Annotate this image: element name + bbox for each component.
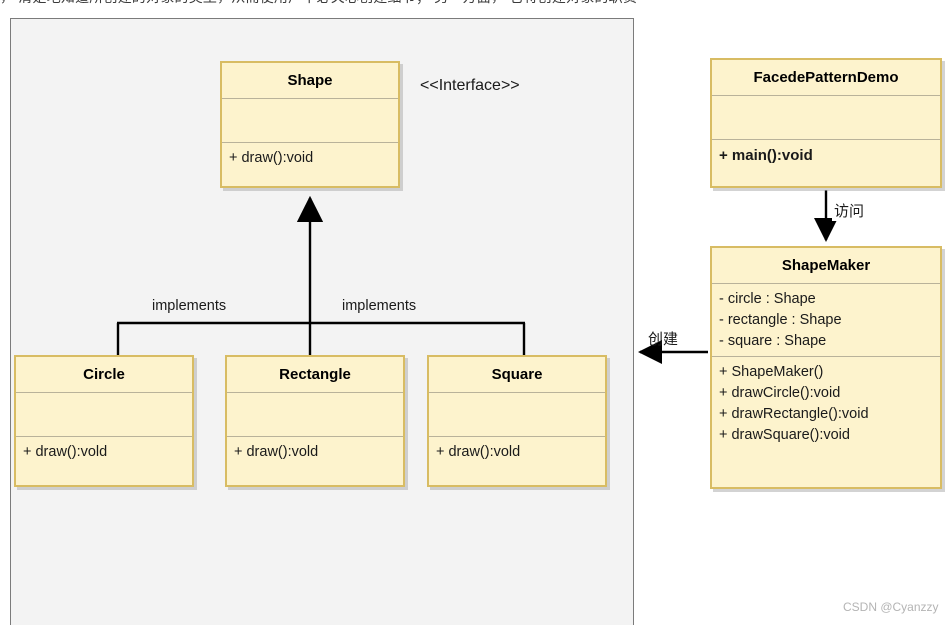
uml-attributes-compartment: - circle : Shape - rectangle : Shape - s… (712, 284, 940, 357)
uml-operations-compartment: + draw():void (222, 143, 398, 186)
uml-class-name: Rectangle (227, 357, 403, 393)
uml-operation-row: + ShapeMaker() (719, 364, 824, 380)
csdn-watermark: CSDN @Cyanzzy (843, 600, 939, 614)
uml-operation-row: + draw():vold (23, 444, 108, 460)
edge-label-create: 创建 (648, 331, 679, 348)
uml-operations-compartment: + ShapeMaker() + drawCircle():void + dra… (712, 357, 940, 487)
uml-operation-row: + draw():vold (436, 444, 521, 460)
uml-class-square[interactable]: Square + draw():vold (427, 355, 607, 487)
uml-class-name: Circle (16, 357, 192, 393)
uml-attribute-row: - circle : Shape (719, 291, 816, 307)
uml-class-name: FacedePatternDemo (712, 60, 940, 96)
uml-class-shape-maker[interactable]: ShapeMaker - circle : Shape - rectangle … (710, 246, 942, 489)
uml-class-name: ShapeMaker (712, 248, 940, 284)
uml-attribute-row: - square : Shape (719, 333, 827, 349)
edge-label-implements-right: implements (340, 298, 419, 314)
edge-label-implements-left: implements (150, 298, 229, 314)
uml-attributes-compartment (222, 99, 398, 143)
uml-attribute-row: - rectangle : Shape (719, 312, 842, 328)
uml-class-name: Square (429, 357, 605, 393)
uml-class-name: Shape (222, 63, 398, 99)
clipped-top-text-strip: ， 清楚地知道所创建的对象的类型，从而使用户不必关心创建细节； 另一方面， 它将… (0, 0, 948, 14)
uml-class-rectangle[interactable]: Rectangle + draw():vold (225, 355, 405, 487)
uml-operation-row: + drawCircle():void (719, 385, 841, 401)
stereotype-label-interface: <<Interface>> (420, 77, 520, 94)
uml-operation-row: + drawRectangle():void (719, 406, 869, 422)
uml-operations-compartment: + draw():vold (227, 437, 403, 485)
uml-operation-row: + draw():void (229, 150, 314, 166)
clipped-top-text: ， 清楚地知道所创建的对象的类型，从而使用户不必关心创建细节； 另一方面， 它将… (0, 0, 637, 7)
uml-operations-compartment: + main():void (712, 140, 940, 186)
uml-attributes-compartment (712, 96, 940, 140)
uml-class-facede-pattern-demo[interactable]: FacedePatternDemo + main():void (710, 58, 942, 188)
uml-operation-row: + drawSquare():void (719, 427, 850, 443)
edge-label-visit: 访问 (832, 200, 867, 221)
uml-attributes-compartment (16, 393, 192, 437)
uml-class-circle[interactable]: Circle + draw():vold (14, 355, 194, 487)
uml-attributes-compartment (429, 393, 605, 437)
uml-attributes-compartment (227, 393, 403, 437)
uml-operations-compartment: + draw():vold (429, 437, 605, 485)
uml-class-shape[interactable]: Shape + draw():void (220, 61, 400, 188)
uml-operation-row: + draw():vold (234, 444, 319, 460)
uml-operations-compartment: + draw():vold (16, 437, 192, 485)
uml-operation-row: + main():void (719, 147, 813, 164)
